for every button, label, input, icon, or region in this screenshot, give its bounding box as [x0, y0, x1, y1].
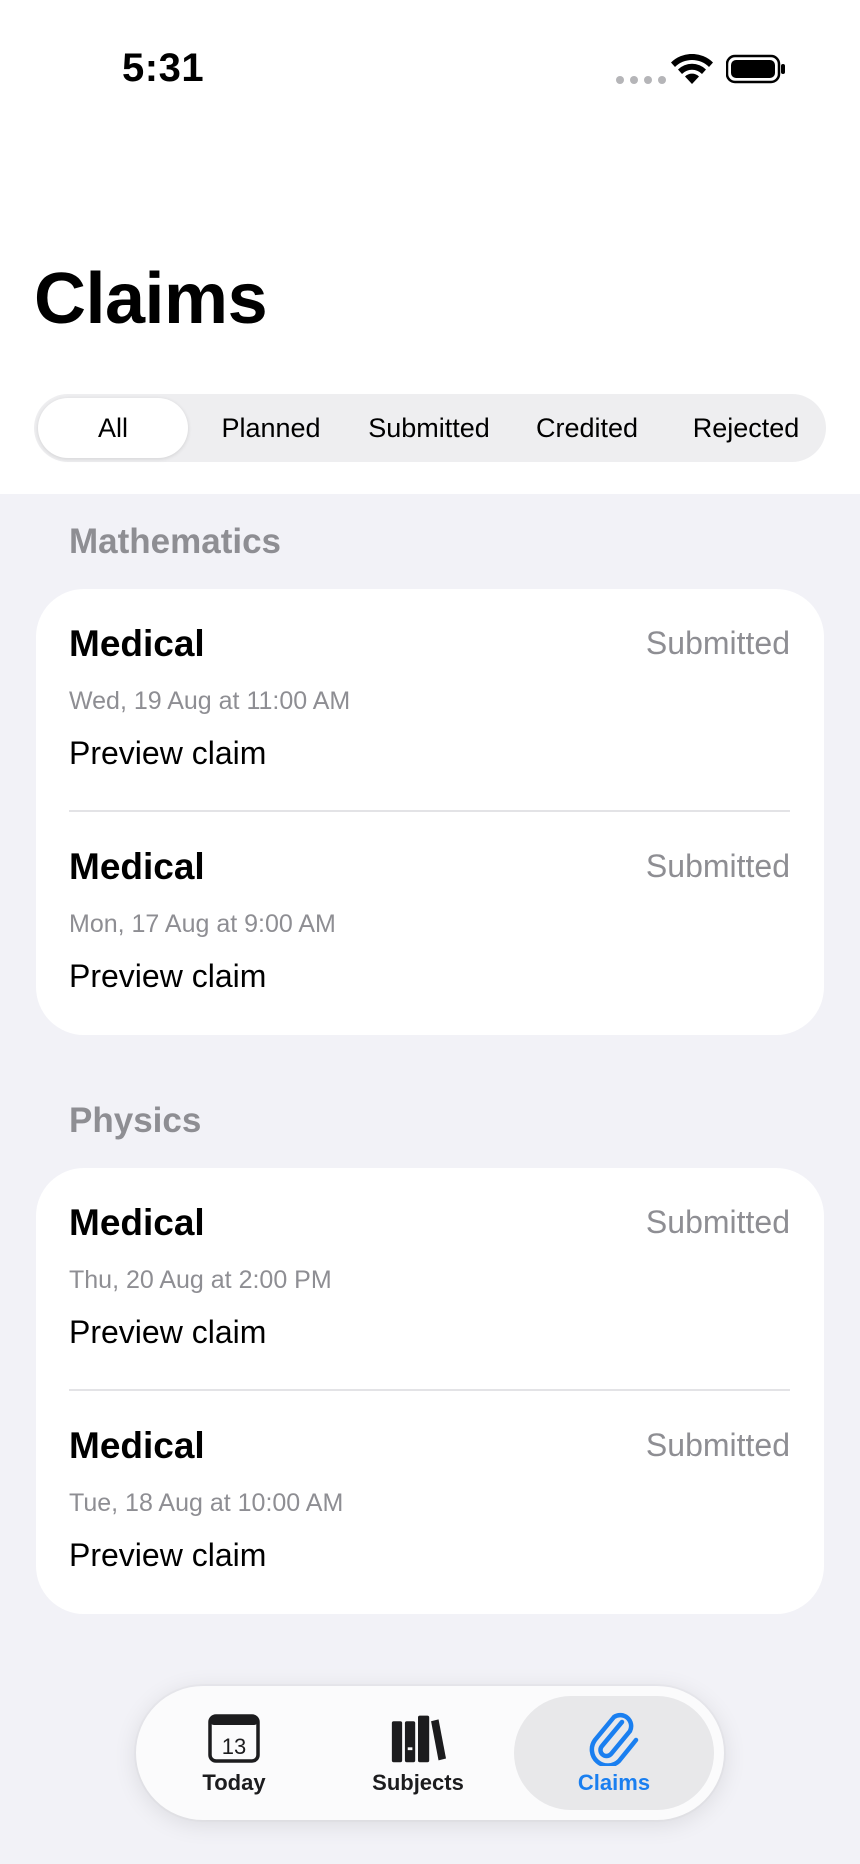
claim-row[interactable]: Medical Submitted Wed, 19 Aug at 11:00 A… — [69, 589, 790, 811]
preview-claim-link[interactable]: Preview claim — [69, 735, 266, 772]
filter-submitted[interactable]: Submitted — [354, 398, 504, 458]
claim-datetime: Tue, 18 Aug at 10:00 AM — [69, 1489, 344, 1517]
claim-datetime: Mon, 17 Aug at 9:00 AM — [69, 910, 336, 938]
claim-row[interactable]: Medical Submitted Tue, 18 Aug at 10:00 A… — [69, 1391, 790, 1613]
filter-rejected[interactable]: Rejected — [670, 398, 822, 458]
filter-credited[interactable]: Credited — [504, 398, 670, 458]
battery-icon — [726, 54, 785, 84]
claims-card: Medical Submitted Thu, 20 Aug at 2:00 PM… — [36, 1168, 824, 1614]
claim-type: Medical — [69, 1425, 205, 1466]
preview-claim-link[interactable]: Preview claim — [69, 1537, 266, 1574]
claim-status: Submitted — [645, 848, 790, 884]
wifi-icon — [671, 54, 713, 84]
claim-status: Submitted — [645, 1427, 790, 1463]
filter-all[interactable]: All — [38, 398, 188, 458]
claims-card: Medical Submitted Wed, 19 Aug at 11:00 A… — [36, 589, 824, 1035]
tab-bar: 13 Today Subjects Claims — [136, 1686, 724, 1820]
claim-type: Medical — [69, 623, 205, 664]
claim-type: Medical — [69, 846, 205, 887]
claim-status: Submitted — [645, 1204, 790, 1240]
tab-subjects[interactable]: Subjects — [330, 1696, 506, 1810]
claim-status: Submitted — [645, 625, 790, 661]
claim-row[interactable]: Medical Submitted Thu, 20 Aug at 2:00 PM… — [69, 1168, 790, 1390]
calendar-icon: 13 — [206, 1710, 262, 1766]
status-filter-segmented-control: All Planned Submitted Credited Rejected — [34, 394, 826, 462]
header-area: 5:31 Claims All Planned Submitted Credit… — [0, 0, 860, 494]
status-time: 5:31 — [122, 46, 205, 90]
claims-screen: 5:31 Claims All Planned Submitted Credit… — [0, 0, 860, 1864]
tab-claims[interactable]: Claims — [514, 1696, 714, 1810]
books-icon — [390, 1710, 446, 1766]
claim-datetime: Wed, 19 Aug at 11:00 AM — [69, 687, 351, 715]
filter-planned[interactable]: Planned — [188, 398, 354, 458]
preview-claim-link[interactable]: Preview claim — [69, 958, 266, 995]
paperclip-icon — [586, 1710, 642, 1766]
tab-label: Subjects — [372, 1770, 464, 1795]
claim-datetime: Thu, 20 Aug at 2:00 PM — [69, 1266, 332, 1294]
claim-type: Medical — [69, 1202, 205, 1243]
section-header: Mathematics — [69, 522, 282, 561]
tab-label: Today — [202, 1770, 266, 1795]
tab-label: Claims — [577, 1770, 651, 1795]
section-header: Physics — [69, 1101, 202, 1140]
svg-text:13: 13 — [222, 1734, 246, 1759]
preview-claim-link[interactable]: Preview claim — [69, 1314, 266, 1351]
page-title: Claims — [34, 259, 268, 339]
tab-today[interactable]: 13 Today — [146, 1696, 322, 1810]
cellular-signal-icon — [616, 76, 666, 84]
claim-row[interactable]: Medical Submitted Mon, 17 Aug at 9:00 AM… — [69, 812, 790, 1034]
